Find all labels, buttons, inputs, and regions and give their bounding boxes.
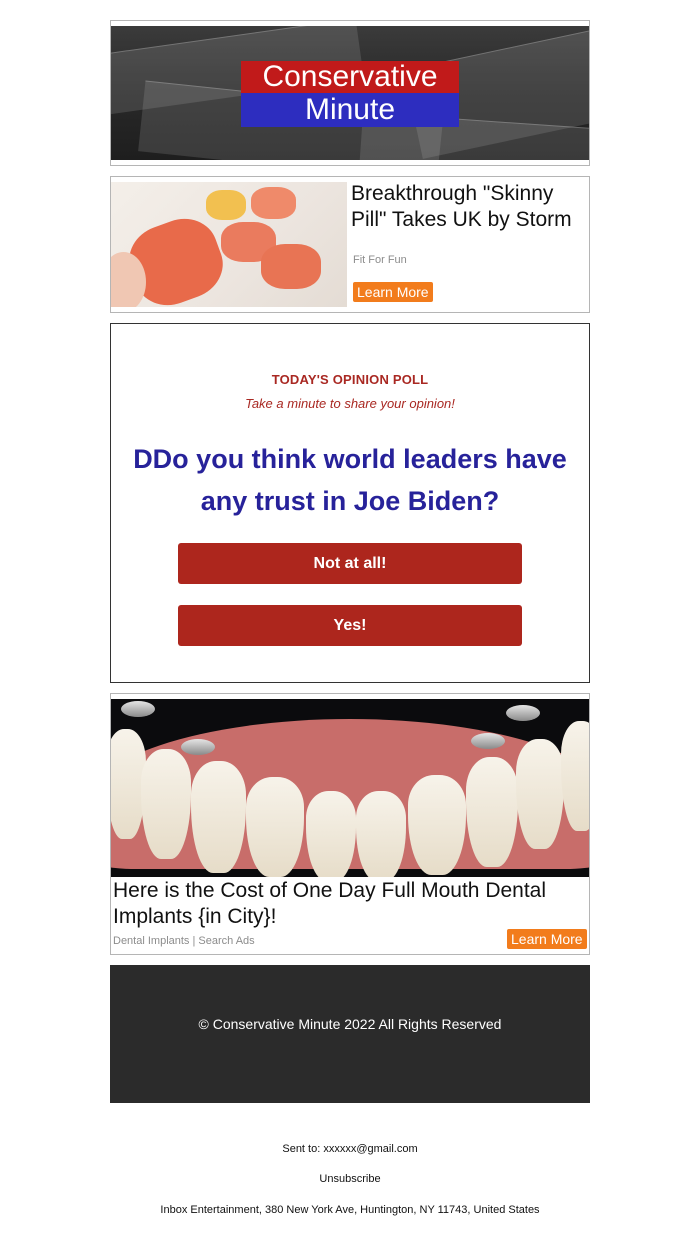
ad-source: Fit For Fun <box>353 254 407 266</box>
poll-question: DDo you think world leaders have any tru… <box>133 444 567 516</box>
poll-option-yes-button[interactable]: Yes! <box>178 605 522 646</box>
gummies-image[interactable] <box>111 182 347 307</box>
dental-implants-image[interactable] <box>111 699 589 877</box>
poll-subtitle: Take a minute to share your opinion! <box>245 396 455 411</box>
ad-source: Dental Implants | Search Ads <box>113 935 255 947</box>
opinion-poll: TODAY'S OPINION POLL Take a minute to sh… <box>110 323 590 683</box>
footer: © Conservative Minute 2022 All Rights Re… <box>110 965 590 1103</box>
learn-more-button[interactable]: Learn More <box>507 929 587 949</box>
poll-option-not-at-all-button[interactable]: Not at all! <box>178 543 522 584</box>
newspaper-background-image: Conservative Minute <box>111 26 589 160</box>
ad-title[interactable]: Here is the Cost of One Day Full Mouth D… <box>113 878 583 930</box>
logo-conservative: Conservative <box>241 61 459 93</box>
ad-title[interactable]: Breakthrough "Skinny Pill" Takes UK by S… <box>351 181 587 233</box>
sponsored-ad-skinny-pill[interactable]: Breakthrough "Skinny Pill" Takes UK by S… <box>110 176 590 313</box>
sender-address: Inbox Entertainment, 380 New York Ave, H… <box>160 1204 540 1216</box>
unsubscribe-link[interactable]: Unsubscribe <box>0 1173 700 1185</box>
learn-more-button[interactable]: Learn More <box>353 282 433 302</box>
sent-to-text: Sent to: xxxxxx@gmail.com <box>282 1143 418 1155</box>
poll-kicker: TODAY'S OPINION POLL <box>271 372 429 387</box>
logo-minute: Minute <box>241 93 459 127</box>
sponsored-ad-dental-implants[interactable]: Here is the Cost of One Day Full Mouth D… <box>110 693 590 955</box>
header-banner: Conservative Minute <box>110 20 590 166</box>
copyright-text: © Conservative Minute 2022 All Rights Re… <box>198 1016 502 1032</box>
